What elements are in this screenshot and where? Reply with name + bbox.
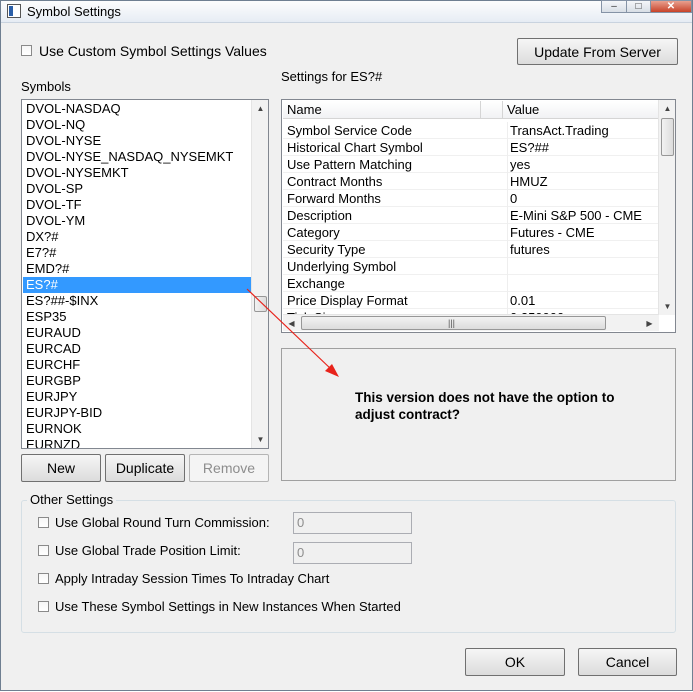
symbol-settings-window: Symbol Settings – □ ✕ Use Custom Symbol … [0, 0, 693, 691]
cancel-button[interactable]: Cancel [578, 648, 677, 676]
trade-limit-label: Use Global Trade Position Limit: [55, 543, 241, 558]
annotation-text: This version does not have the option to… [355, 389, 655, 423]
other-settings-title: Other Settings [27, 492, 117, 507]
ok-button[interactable]: OK [465, 648, 565, 676]
trade-limit-checkbox[interactable] [38, 545, 49, 556]
new-instances-checkbox[interactable] [38, 601, 49, 612]
intraday-label: Apply Intraday Session Times To Intraday… [55, 571, 330, 586]
new-instances-label: Use These Symbol Settings in New Instanc… [55, 599, 401, 614]
annotation-line-1: This version does not have the option to [355, 390, 615, 405]
trade-limit-input[interactable]: 0 [293, 542, 412, 564]
annotation-line-2: adjust contract? [355, 407, 461, 422]
intraday-checkbox[interactable] [38, 573, 49, 584]
round-turn-input[interactable]: 0 [293, 512, 412, 534]
round-turn-label: Use Global Round Turn Commission: [55, 515, 270, 530]
round-turn-checkbox[interactable] [38, 517, 49, 528]
